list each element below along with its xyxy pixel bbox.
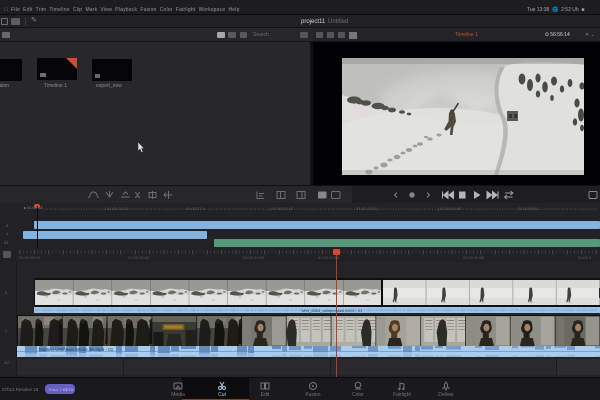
svg-text:MVI_6354_compressed.MOV - 01: MVI_6354_compressed.MOV - 01 [302, 308, 363, 313]
svg-text:Martino Unknown Media 4K.mp4 -: Martino Unknown Media 4K.mp4 - 01 [39, 347, 114, 352]
